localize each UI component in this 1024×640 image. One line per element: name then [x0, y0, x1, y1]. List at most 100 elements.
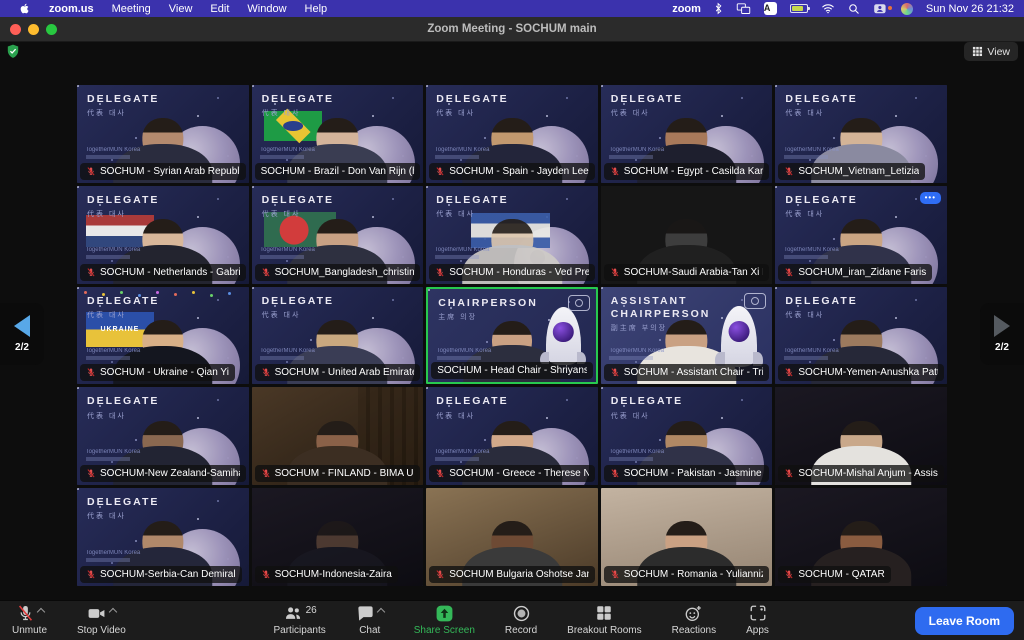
participant-name: SOCHUM - United Arab Emirates -... [275, 367, 415, 378]
video-options-caret[interactable] [109, 608, 117, 616]
input-source-icon[interactable]: A [764, 2, 777, 15]
menu-window[interactable]: Window [238, 3, 295, 15]
chat-options-caret[interactable] [377, 608, 385, 616]
participant-name: SOCHUM - Ukraine - Qian Yi [100, 367, 229, 378]
window-title: Zoom Meeting - SOCHUM main [0, 23, 1024, 35]
share-screen-button[interactable]: Share Screen [412, 601, 477, 640]
participant-tile[interactable]: UKRAINE DELEGATE 代表 대사 TogetherMUN Korea… [77, 287, 249, 385]
participant-tile[interactable]: DELEGATE 代表 대사 TogetherMUN Korea SOCHUM … [601, 387, 773, 485]
muted-mic-icon [86, 267, 96, 278]
participant-tile[interactable]: DELEGATE 代表 대사 TogetherMUN Korea ••• SOC… [775, 186, 947, 284]
participant-tile[interactable]: DELEGATE 代表 대사 TogetherMUN Korea SOCHUM-… [77, 387, 249, 485]
more-options-button[interactable]: ••• [920, 192, 941, 204]
record-button[interactable]: Record [503, 601, 539, 640]
zoom-status-label[interactable]: zoom [672, 3, 701, 15]
participant-tile[interactable]: DELEGATE 代表 대사 TogetherMUN Korea SOCHUM … [426, 186, 598, 284]
participant-name-label: SOCHUM - Honduras - Ved Prem K... [429, 264, 595, 281]
wifi-icon[interactable] [821, 3, 835, 14]
participant-tile[interactable]: SOCHUM - Romania - Yulianniza M... [601, 488, 773, 586]
breakout-rooms-button[interactable]: Breakout Rooms [565, 601, 643, 640]
apple-menu-icon[interactable] [10, 2, 40, 15]
participant-tile[interactable]: DELEGATE 代表 대사 TogetherMUN Korea SOCHUM … [77, 186, 249, 284]
menu-help[interactable]: Help [296, 3, 337, 15]
participant-name: SOCHUM - Netherlands - Gabriel H... [100, 267, 240, 278]
participant-name: SOCHUM_iran_Zidane Faris [798, 267, 926, 278]
participant-tile[interactable]: DELEGATE 代表 대사 TogetherMUN Korea SOCHUM … [77, 85, 249, 183]
previous-page-button[interactable]: 2/2 [0, 303, 44, 365]
user-switch-icon[interactable] [873, 3, 888, 15]
spotlight-search-icon[interactable] [848, 3, 860, 15]
participant-name: SOCHUM-Indonesia-Zaira [275, 569, 392, 580]
participant-name-label: SOCHUM - Spain - Jayden Lee [429, 163, 595, 180]
menu-meeting[interactable]: Meeting [103, 3, 160, 15]
macos-desktop: zoom.us Meeting View Edit Window Help zo… [0, 0, 1024, 640]
minimize-window-button[interactable] [28, 24, 39, 35]
participant-tile[interactable]: DELEGATE 代表 대사 TogetherMUN Korea SOCHUM … [426, 387, 598, 485]
participant-tile[interactable]: ASSISTANT CHAIRPERSON 副主席 부의장 TogetherMU… [601, 287, 773, 385]
participant-tile[interactable]: SOCHUM-Mishal Anjum - Assistant... [775, 387, 947, 485]
security-shield-icon[interactable] [6, 44, 20, 64]
participants-button[interactable]: 26 Participants [272, 601, 328, 640]
menu-zoom-us[interactable]: zoom.us [40, 3, 103, 15]
page-indicator: 2/2 [15, 342, 29, 353]
camera-off-icon [568, 295, 590, 311]
menu-clock[interactable]: Sun Nov 26 21:32 [926, 3, 1014, 15]
participant-tile[interactable]: SOCHUM - FINLAND - BIMA UDAY... [252, 387, 424, 485]
bluetooth-icon[interactable] [714, 2, 723, 15]
participant-name: SOCHUM_Vietnam_Letizia [798, 166, 919, 177]
participant-name-label: SOCHUM_iran_Zidane Faris [778, 264, 932, 281]
stop-video-button[interactable]: Stop Video [75, 601, 128, 640]
muted-mic-icon [86, 468, 96, 479]
window-title-bar: Zoom Meeting - SOCHUM main [0, 17, 1024, 42]
participant-name-label: SOCHUM - Ukraine - Qian Yi [80, 364, 235, 381]
participant-name: SOCHUM - Romania - Yulianniza M... [624, 569, 764, 580]
participant-tile[interactable]: DELEGATE 代表 대사 TogetherMUN Korea SOCHUM … [426, 85, 598, 183]
muted-mic-icon [86, 166, 96, 177]
next-arrow-icon [994, 315, 1010, 337]
leave-room-button[interactable]: Leave Room [915, 607, 1014, 635]
zoom-window-button[interactable] [46, 24, 57, 35]
audio-options-caret[interactable] [36, 608, 44, 616]
participant-tile[interactable]: SOCHUM Bulgaria Oshotse Jane [426, 488, 598, 586]
reactions-button[interactable]: Reactions [670, 601, 718, 640]
participant-name-label: SOCHUM-Yemen-Anushka Pattnaik [778, 364, 944, 381]
muted-mic-icon [610, 166, 620, 177]
menu-edit[interactable]: Edit [201, 3, 238, 15]
muted-mic-icon [610, 267, 620, 278]
participant-tile[interactable]: CHAIRPERSON 主席 의장 TogetherMUN Korea SOCH… [426, 287, 598, 385]
control-center-icon[interactable] [901, 3, 913, 15]
video-grid: DELEGATE 代表 대사 TogetherMUN Korea SOCHUM … [77, 85, 947, 586]
battery-icon[interactable] [790, 4, 808, 13]
participant-name-label: SOCHUM - Brazil - Don Van Rijn (he/hi... [255, 163, 421, 180]
participant-tile[interactable]: DELEGATE 代表 대사 TogetherMUN Korea SOCHUM-… [77, 488, 249, 586]
view-button[interactable]: View [964, 42, 1018, 61]
participant-name: SOCHUM-Yemen-Anushka Pattnaik [798, 367, 938, 378]
participant-name: SOCHUM-Serbia-Can Demiral [100, 569, 236, 580]
chat-button[interactable]: Chat [354, 601, 386, 640]
close-window-button[interactable] [10, 24, 21, 35]
participant-name-label: SOCHUM Bulgaria Oshotse Jane [429, 566, 595, 583]
muted-mic-icon [261, 267, 271, 278]
participants-icon [283, 604, 303, 623]
participant-tile[interactable]: SOCHUM - QATAR [775, 488, 947, 586]
participant-tile[interactable]: SOCHUM-Saudi Arabia-Tan Xi En [601, 186, 773, 284]
previous-arrow-icon [14, 315, 30, 337]
grid-view-icon [972, 46, 983, 57]
unmute-button[interactable]: Unmute [10, 601, 49, 640]
participant-name: SOCHUM - Brazil - Don Van Rijn (he/hi... [261, 166, 415, 177]
muted-mic-icon [16, 604, 35, 623]
menu-view[interactable]: View [160, 3, 202, 15]
participant-tile[interactable]: DELEGATE 代表 대사 TogetherMUN Korea SOCHUM-… [775, 287, 947, 385]
next-page-button[interactable]: 2/2 [980, 303, 1024, 365]
participant-name-label: SOCHUM-Serbia-Can Demiral [80, 566, 242, 583]
participant-tile[interactable]: SOCHUM-Indonesia-Zaira [252, 488, 424, 586]
participant-tile[interactable]: DELEGATE 代表 대사 TogetherMUN Korea SOCHUM_… [252, 186, 424, 284]
participant-tile[interactable]: DELEGATE 代表 대사 TogetherMUN Korea SOCHUM … [252, 287, 424, 385]
participant-tile[interactable]: DELEGATE 代表 대사 TogetherMUN Korea SOCHUM_… [775, 85, 947, 183]
screen-mirroring-icon[interactable] [736, 2, 751, 15]
apps-button[interactable]: Apps [744, 601, 771, 640]
participant-name-label: SOCHUM_Vietnam_Letizia [778, 163, 925, 180]
record-icon [512, 604, 531, 623]
participant-tile[interactable]: DELEGATE 代表 대사 TogetherMUN Korea SOCHUM … [601, 85, 773, 183]
participant-tile[interactable]: DELEGATE 代表 대사 TogetherMUN Korea SOCHUM … [252, 85, 424, 183]
